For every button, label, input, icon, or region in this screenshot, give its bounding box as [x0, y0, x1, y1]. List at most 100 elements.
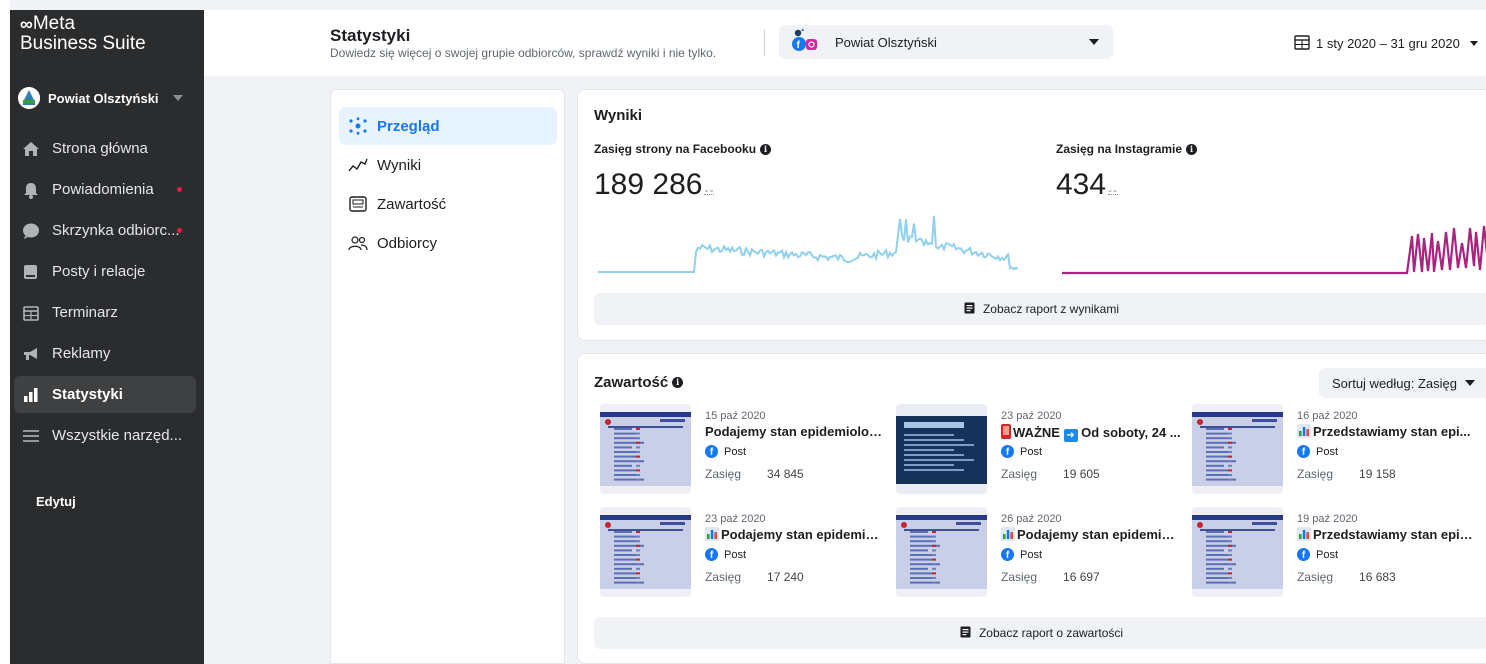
bar-chart-icon [22, 386, 40, 404]
sidebar-item-all-tools[interactable]: Wszystkie narzęd... [14, 417, 196, 454]
post-date: 23 paź 2020 [1001, 410, 1062, 422]
arrow-right-emoji-icon: ➜ [1063, 429, 1078, 442]
post-title: Przedstawiamy stan epid... [1297, 527, 1477, 542]
post-type: f Post [1297, 445, 1338, 458]
post-date: 26 paź 2020 [1001, 513, 1062, 525]
sidebar-item-planner[interactable]: Terminarz [14, 294, 196, 331]
calendar-icon [1294, 34, 1310, 53]
post-tile[interactable]: 23 paź 2020 WAŻNE ➜ Od soboty, 24 ... f Pos… [896, 404, 1186, 494]
audience-icon [347, 234, 369, 252]
content-card: Zawartość i Sortuj według: Zasięg 15 paź … [577, 353, 1486, 664]
post-title: Podajemy stan epidemiol... [705, 527, 885, 542]
chat-bubble-icon [22, 222, 40, 240]
info-icon[interactable]: i [672, 377, 684, 388]
content-title: Zawartość i [594, 374, 684, 391]
post-type: f Post [1001, 445, 1042, 458]
post-type: f Post [705, 548, 746, 561]
post-reach: Zasięg 34 845 [705, 467, 804, 481]
post-reach: Zasięg 16 697 [1001, 570, 1100, 584]
sidebar-item-inbox[interactable]: Skrzynka odbiorc... [14, 212, 196, 249]
content-report-button[interactable]: Zobacz raport o zawartości [594, 617, 1486, 649]
meta-logo-icon: ∞ [20, 14, 33, 34]
instagram-reach-metric: Zasięg na Instagramie i 434 -- [1056, 142, 1198, 202]
chevron-down-icon [172, 95, 183, 101]
post-title: WAŻNE ➜ Od soboty, 24 ... [1001, 424, 1181, 442]
instagram-reach-sparkline [1062, 225, 1486, 275]
post-thumbnail [1192, 507, 1283, 597]
bar-chart-emoji-icon [1297, 527, 1311, 541]
facebook-reach-metric: Zasięg strony na Facebooku i 189 286 -- [594, 142, 772, 202]
page-title: Statystyki [330, 26, 411, 45]
report-icon [960, 626, 971, 641]
bell-icon [22, 181, 40, 199]
post-title: Podajemy stan epidemiologi... [705, 424, 885, 439]
post-reach: Zasięg 16 683 [1297, 570, 1396, 584]
change-indicator: -- [704, 183, 715, 197]
instagram-reach-value: 434 [1056, 168, 1107, 201]
account-name: Powiat Olsztyński [48, 90, 159, 106]
menu-icon [22, 427, 40, 445]
sidebar-item-ads[interactable]: Reklamy [14, 335, 196, 372]
info-icon[interactable]: i [1186, 143, 1198, 155]
chevron-down-icon [1469, 41, 1478, 46]
post-title: Przedstawiamy stan epi... [1297, 424, 1477, 439]
post-reach: Zasięg 17 240 [705, 570, 804, 584]
post-tile[interactable]: 26 paź 2020 Podajemy stan epidemiol... f Po… [896, 507, 1186, 597]
phone-emoji-icon [1001, 424, 1011, 439]
content-icon [347, 195, 369, 213]
sidebar: ∞ Meta Business Suite Powiat Olsztyński S… [10, 10, 204, 664]
notification-dot [177, 228, 182, 233]
facebook-reach-value: 189 286 [594, 168, 703, 201]
facebook-instagram-icon: f [789, 27, 821, 58]
sidebar-item-home[interactable]: Strona główna [14, 130, 196, 167]
overview-icon [347, 117, 369, 135]
tab-results[interactable]: Wyniki [339, 146, 557, 184]
account-switcher[interactable]: Powiat Olsztyński [18, 83, 196, 113]
sort-dropdown[interactable]: Sortuj według: Zasięg [1319, 368, 1486, 398]
post-thumbnail [896, 507, 987, 597]
trend-icon [347, 156, 369, 174]
header-divider [764, 30, 765, 56]
post-tile[interactable]: 16 paź 2020 Przedstawiamy stan epi... f Pos… [1192, 404, 1482, 494]
edit-link[interactable]: Edytuj [36, 494, 76, 509]
post-title: Podajemy stan epidemiol... [1001, 527, 1181, 542]
sidebar-item-notifications[interactable]: Powiadomienia [14, 171, 196, 208]
date-range-label: 1 sty 2020 – 31 gru 2020 [1316, 36, 1460, 51]
post-date: 16 paź 2020 [1297, 410, 1358, 422]
facebook-icon: f [1001, 445, 1014, 458]
change-indicator: -- [1108, 183, 1119, 197]
meta-business-suite-logo[interactable]: ∞ Meta Business Suite [20, 14, 146, 54]
results-card: Wyniki Zasięg strony na Facebooku i 189 2… [577, 89, 1486, 341]
tab-audience[interactable]: Odbiorcy [339, 224, 557, 262]
chevron-down-icon [1089, 39, 1099, 45]
page-header: Statystyki Dowiedz się więcej o swojej g… [204, 10, 1486, 76]
post-date: 19 paź 2020 [1297, 513, 1358, 525]
post-date: 15 paź 2020 [705, 410, 766, 422]
post-tile[interactable]: 23 paź 2020 Podajemy stan epidemiol... f Po… [600, 507, 890, 597]
insights-subnav: Przegląd Wyniki Zawartość Odbiorcy [330, 89, 565, 664]
sidebar-item-posts[interactable]: Posty i relacje [14, 253, 196, 290]
page-selector[interactable]: f Powiat Olsztyński [779, 25, 1113, 59]
date-range-picker[interactable]: 1 sty 2020 – 31 gru 2020 [1294, 34, 1478, 53]
bar-chart-emoji-icon [705, 527, 719, 541]
page-subtitle: Dowiedz się więcej o swojej grupie odbio… [330, 46, 717, 60]
selected-page-name: Powiat Olsztyński [835, 34, 937, 50]
facebook-icon: f [1297, 548, 1310, 561]
bar-chart-emoji-icon [1297, 424, 1311, 438]
post-tile[interactable]: 15 paź 2020 Podajemy stan epidemiologi...… [600, 404, 890, 494]
posts-icon [22, 263, 40, 281]
info-icon[interactable]: i [760, 143, 772, 155]
chevron-down-icon [1465, 380, 1475, 386]
post-thumbnail [1192, 404, 1283, 494]
post-thumbnail [896, 404, 987, 494]
post-reach: Zasięg 19 605 [1001, 467, 1100, 481]
tab-overview[interactable]: Przegląd [339, 107, 557, 145]
post-tile[interactable]: 19 paź 2020 Przedstawiamy stan epid... f Po… [1192, 507, 1482, 597]
post-reach: Zasięg 19 158 [1297, 467, 1396, 481]
post-type: f Post [1297, 548, 1338, 561]
report-icon [964, 302, 975, 317]
results-report-button[interactable]: Zobacz raport z wynikami [594, 293, 1486, 325]
tab-content[interactable]: Zawartość [339, 185, 557, 223]
sidebar-item-insights[interactable]: Statystyki [14, 376, 196, 413]
post-thumbnail [600, 404, 691, 494]
